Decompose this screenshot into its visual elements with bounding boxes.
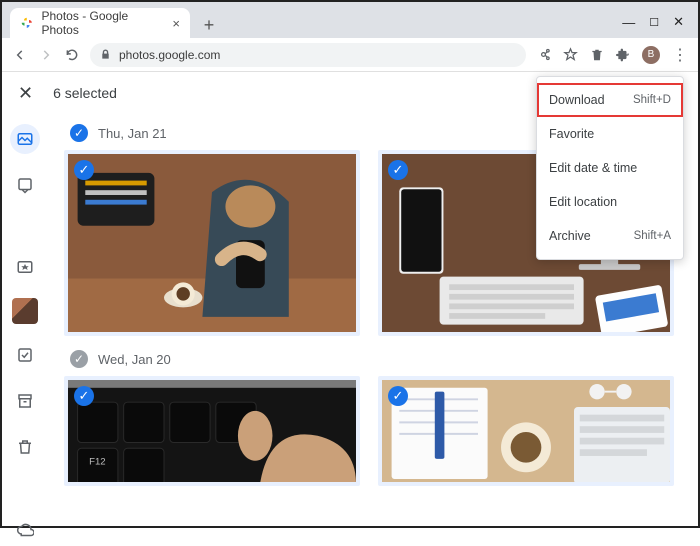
favorites-nav-icon[interactable] — [10, 252, 40, 282]
photo-thumbnail[interactable]: ✓ — [378, 376, 674, 486]
selected-check-icon[interactable]: ✓ — [388, 160, 408, 180]
selected-check-icon[interactable]: ✓ — [74, 160, 94, 180]
menu-label: Archive — [549, 229, 591, 243]
menu-download[interactable]: Download Shift+D — [537, 83, 683, 117]
trash-nav-icon[interactable] — [10, 432, 40, 462]
photos-nav-icon[interactable] — [10, 124, 40, 154]
url-text: photos.google.com — [119, 48, 220, 62]
back-icon[interactable] — [12, 48, 28, 62]
photo-thumbnail[interactable]: ✓ — [64, 150, 360, 336]
forward-icon — [38, 48, 54, 62]
menu-favorite[interactable]: Favorite — [537, 117, 683, 151]
menu-label: Edit date & time — [549, 161, 637, 175]
menu-shortcut: Shift+A — [634, 230, 671, 242]
browser-tab[interactable]: Photos - Google Photos × — [10, 8, 190, 38]
trash-icon[interactable] — [590, 48, 604, 62]
browser-toolbar: photos.google.com B ⋮ — [2, 38, 698, 72]
profile-avatar[interactable]: B — [642, 46, 660, 64]
clear-selection-icon[interactable]: ✕ — [18, 83, 33, 104]
date-checkbox-icon[interactable]: ✓ — [70, 124, 88, 142]
selection-count: 6 selected — [53, 85, 117, 101]
maximize-icon[interactable]: ☐ — [649, 16, 659, 29]
menu-edit-datetime[interactable]: Edit date & time — [537, 151, 683, 185]
tab-title: Photos - Google Photos — [42, 9, 165, 37]
date-header-2[interactable]: ✓ Wed, Jan 20 — [70, 350, 688, 368]
photo-thumbnail[interactable]: F12 ✓ — [64, 376, 360, 486]
new-tab-button[interactable]: + — [196, 12, 222, 38]
menu-label: Favorite — [549, 127, 594, 141]
reload-icon[interactable] — [64, 48, 80, 62]
window-titlebar: Photos - Google Photos × + — ☐ ✕ — [2, 2, 698, 38]
share-icon[interactable] — [536, 47, 551, 62]
albums-nav-thumb[interactable] — [12, 298, 38, 324]
svg-text:F12: F12 — [89, 457, 106, 468]
window-controls: — ☐ ✕ — [622, 14, 698, 38]
tab-close-icon[interactable]: × — [172, 16, 180, 31]
overflow-menu: Download Shift+D Favorite Edit date & ti… — [536, 76, 684, 260]
storage-nav-icon[interactable] — [10, 516, 40, 546]
date-label: Thu, Jan 21 — [98, 126, 167, 141]
archive-nav-icon[interactable] — [10, 386, 40, 416]
google-photos-favicon — [20, 16, 34, 30]
kebab-menu-icon[interactable]: ⋮ — [672, 45, 688, 65]
date-label: Wed, Jan 20 — [98, 352, 171, 367]
lock-icon — [100, 49, 111, 60]
utilities-nav-icon[interactable] — [10, 340, 40, 370]
address-bar[interactable]: photos.google.com — [90, 43, 526, 67]
date-checkbox-icon[interactable]: ✓ — [70, 350, 88, 368]
menu-edit-location[interactable]: Edit location — [537, 185, 683, 219]
selected-check-icon[interactable]: ✓ — [74, 386, 94, 406]
extensions-icon[interactable] — [616, 48, 630, 62]
left-nav-rail — [8, 124, 42, 546]
star-icon[interactable] — [563, 47, 578, 62]
close-window-icon[interactable]: ✕ — [673, 14, 684, 30]
minimize-icon[interactable]: — — [622, 15, 635, 30]
menu-archive[interactable]: Archive Shift+A — [537, 219, 683, 253]
sharing-nav-icon[interactable] — [10, 170, 40, 200]
menu-shortcut: Shift+D — [633, 94, 671, 106]
menu-label: Download — [549, 93, 605, 107]
menu-label: Edit location — [549, 195, 617, 209]
selected-check-icon[interactable]: ✓ — [388, 386, 408, 406]
